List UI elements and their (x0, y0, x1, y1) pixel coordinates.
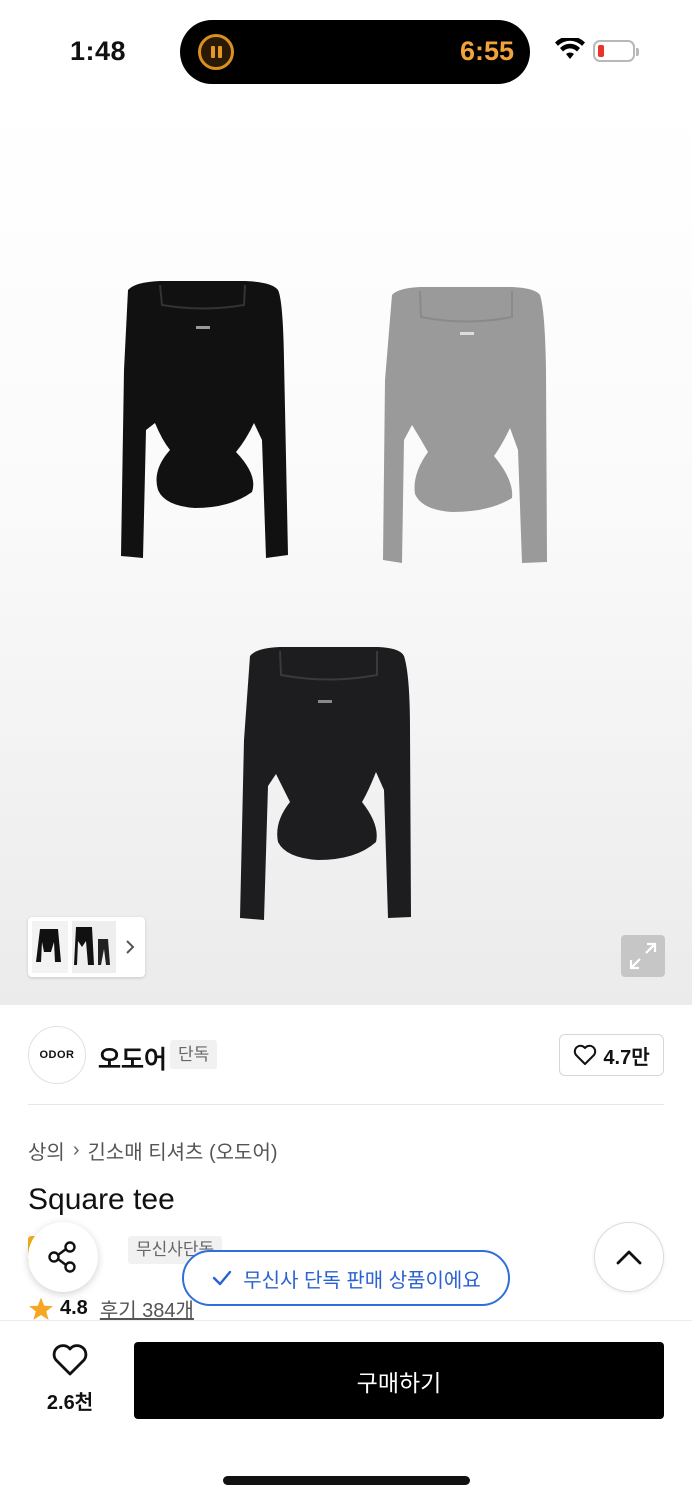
check-icon (213, 1270, 232, 1286)
product-photo (121, 281, 547, 920)
grey-tee-image (383, 287, 547, 563)
toast-text: 무신사 단독 판매 상품이에요 (243, 1269, 481, 1292)
share-icon (48, 1241, 76, 1273)
battery-icon (593, 40, 639, 62)
brand-like-count: 4.7만 (603, 1046, 650, 1069)
black-tee-image (121, 281, 288, 558)
island-timer: 6:55 (459, 36, 514, 66)
product-image[interactable] (0, 100, 692, 1005)
share-button[interactable] (28, 1222, 98, 1292)
dynamic-island[interactable]: 6:55 (180, 20, 530, 84)
heart-icon (574, 1044, 597, 1065)
breadcrumb: 상의 › 긴소매 티셔츠 (오도어) (28, 1136, 278, 1165)
expand-icon (629, 942, 657, 970)
wifi-icon (555, 38, 585, 59)
exclusive-toast: 무신사 단독 판매 상품이에요 (182, 1250, 510, 1306)
star-icon (29, 1297, 53, 1320)
breadcrumb-subcategory[interactable]: 긴소매 티셔츠 (오도어) (87, 1136, 277, 1165)
chevron-right-icon: › (72, 1139, 80, 1161)
scroll-top-button[interactable] (594, 1222, 664, 1292)
chevron-right-icon (126, 940, 135, 954)
expand-button[interactable] (621, 935, 665, 977)
status-bar: 1:48 6:55 (0, 0, 692, 100)
wishlist-count: 2.6천 (46, 1392, 94, 1414)
home-indicator[interactable] (223, 1476, 470, 1485)
heart-icon (52, 1344, 88, 1376)
breadcrumb-category[interactable]: 상의 (28, 1136, 65, 1165)
brand-name[interactable]: 오도어 (98, 1040, 167, 1076)
thumbnail-strip[interactable] (28, 917, 145, 977)
status-time: 1:48 (70, 36, 127, 66)
divider (28, 1104, 664, 1105)
review-link[interactable]: 후기 384개 (100, 1294, 194, 1323)
pause-icon (198, 34, 234, 70)
brand-like-button[interactable]: 4.7만 (559, 1034, 664, 1076)
rating-score: 4.8 (60, 1297, 88, 1319)
brand-exclusive-badge: 단독 (170, 1040, 218, 1069)
rating-row: 4.8 후기 384개 (28, 1294, 194, 1323)
brand-logo[interactable]: ODOR (28, 1026, 86, 1084)
product-title: Square tee (28, 1183, 175, 1216)
buy-button[interactable]: 구매하기 (134, 1342, 664, 1419)
navy-tee-image (240, 647, 411, 920)
chevron-up-icon (616, 1250, 642, 1265)
wishlist-button[interactable]: 2.6천 (28, 1343, 112, 1415)
